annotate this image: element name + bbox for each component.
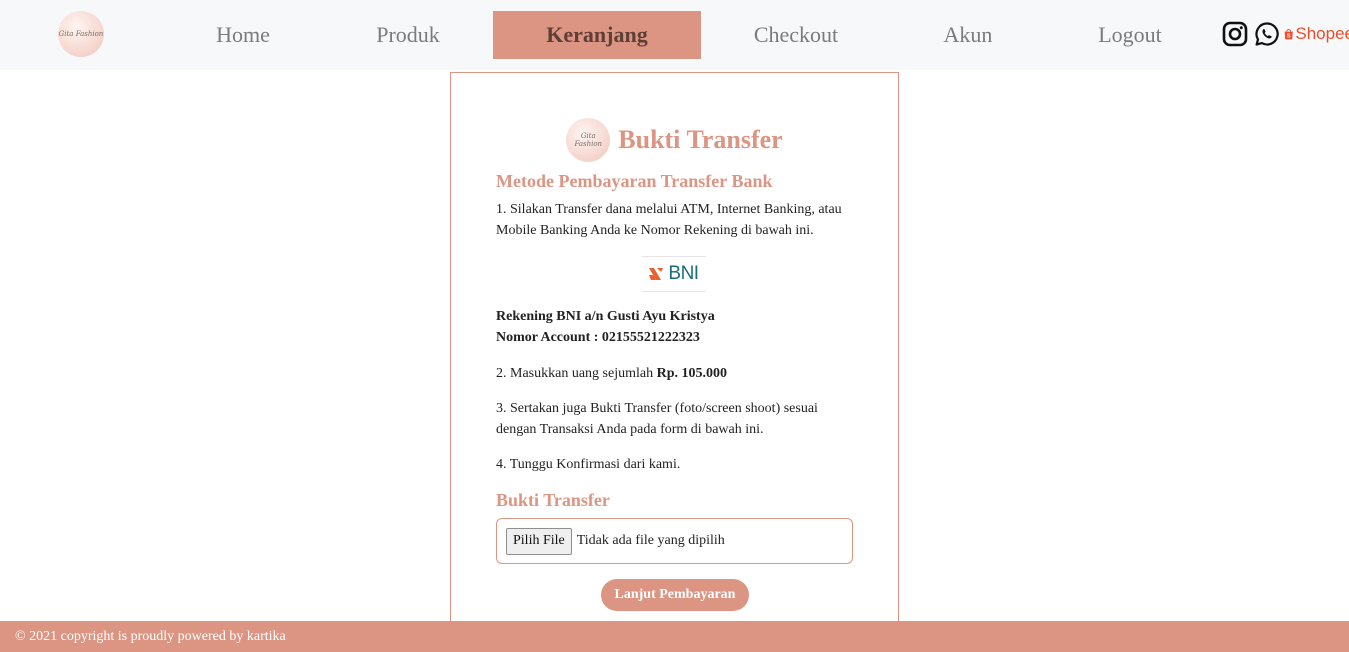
bni-logo: BNI <box>642 256 706 292</box>
card-logo-text: Gita Fashion <box>574 132 603 148</box>
step-2-text: 2. Masukkan uang sejumlah Rp. 105.000 <box>496 363 861 384</box>
card-logo: Gita Fashion <box>566 118 611 162</box>
bni-mark-icon <box>649 268 664 280</box>
svg-text:S: S <box>1287 33 1291 39</box>
footer: © 2021 copyright is proudly powered by k… <box>0 621 1349 652</box>
continue-payment-button[interactable]: Lanjut Pembayaran <box>601 579 749 611</box>
transfer-amount: Rp. 105.000 <box>656 366 727 381</box>
nav-home[interactable]: Home <box>190 11 296 59</box>
shopee-label: Shopee <box>1295 24 1349 43</box>
nav-akun[interactable]: Akun <box>915 11 1021 59</box>
card-header: Gita Fashion Bukti Transfer <box>451 118 898 162</box>
nav-produk[interactable]: Produk <box>355 11 461 59</box>
nav-checkout[interactable]: Checkout <box>743 11 849 59</box>
payment-method-heading: Metode Pembayaran Transfer Bank <box>496 171 773 191</box>
choose-file-button[interactable]: Pilih File <box>506 527 572 555</box>
account-name: Rekening BNI a/n Gusti Ayu Kristya <box>496 309 715 324</box>
step-3-text: 3. Sertakan juga Bukti Transfer (foto/sc… <box>496 401 818 437</box>
whatsapp-icon[interactable] <box>1253 18 1281 50</box>
navbar: Gita Fashion Home Produk Keranjang Check… <box>0 0 1349 70</box>
step-1-text: 1. Silakan Transfer dana melalui ATM, In… <box>496 202 842 238</box>
step-2-prefix: 2. Masukkan uang sejumlah <box>496 366 654 381</box>
file-upload-field[interactable]: Pilih File Tidak ada file yang dipilih <box>496 518 853 564</box>
account-number: Nomor Account : 02155521222323 <box>496 330 700 345</box>
shopee-link[interactable]: S Shopee <box>1284 18 1349 50</box>
page-title: Bukti Transfer <box>618 125 783 154</box>
footer-copyright: © 2021 copyright is proudly powered by k… <box>15 629 286 644</box>
step-4-text: 4. Tunggu Konfirmasi dari kami. <box>496 457 681 472</box>
instagram-icon[interactable] <box>1221 18 1249 50</box>
nav-logout[interactable]: Logout <box>1077 11 1183 59</box>
shopee-icon: S <box>1284 29 1293 39</box>
nav-keranjang[interactable]: Keranjang <box>493 11 701 59</box>
transfer-card: Gita Fashion Bukti Transfer Metode Pemba… <box>450 72 899 633</box>
bni-logo-text: BNI <box>668 263 699 284</box>
brand-logo-text: Gita Fashion <box>58 30 104 38</box>
brand-logo[interactable]: Gita Fashion <box>58 11 104 57</box>
upload-heading: Bukti Transfer <box>496 490 610 510</box>
file-status-text: Tidak ada file yang dipilih <box>576 533 725 548</box>
